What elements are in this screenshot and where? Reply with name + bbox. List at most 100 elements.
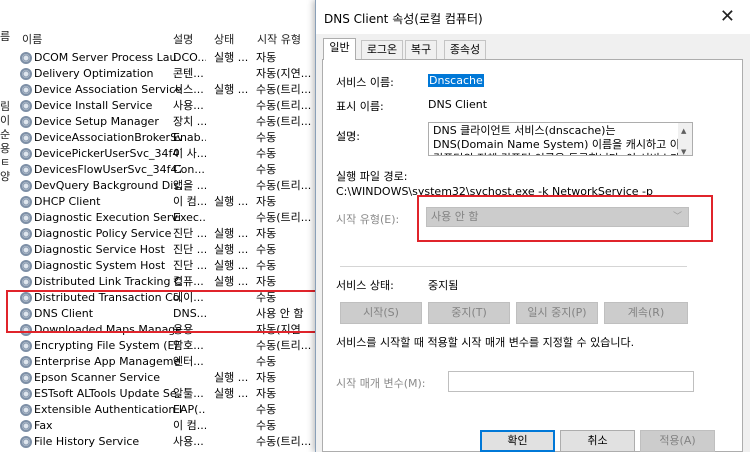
gear-icon	[20, 388, 32, 400]
left-strip-char	[0, 58, 12, 72]
divider	[340, 266, 687, 267]
start-button[interactable]: 시작(S)	[340, 302, 422, 324]
service-row[interactable]: Distributed Link Tracking C... 컴퓨... 실행 ..…	[18, 274, 318, 290]
service-name-selected-text[interactable]: Dnscache	[428, 74, 484, 87]
service-row[interactable]: Enterprise App Manageme... 엔터... 수동	[18, 354, 318, 370]
service-row[interactable]: DevicesFlowUserSvc_34f47 Con... 수동	[18, 162, 318, 178]
service-row[interactable]: Diagnostic Execution Service Exec... 수동(트리…	[18, 210, 318, 226]
description-textbox[interactable]: DNS 클라이언트 서비스(dnscache)는 DNS(Domain Name…	[428, 122, 693, 156]
description-text: DNS 클라이언트 서비스(dnscache)는 DNS(Domain Name…	[433, 124, 680, 155]
service-description: 사용...	[173, 99, 204, 112]
tab-logon[interactable]: 로그온	[361, 40, 403, 59]
scroll-down-icon[interactable]: ▼	[681, 145, 686, 155]
gear-icon	[20, 212, 32, 224]
scroll-up-icon[interactable]: ▲	[681, 124, 686, 138]
column-header-status[interactable]: 상태	[214, 31, 234, 47]
service-name: Extensible Authentication P...	[34, 403, 181, 416]
service-row[interactable]: Encrypting File System (EFS) 암호... 수동(트리..…	[18, 338, 318, 354]
service-name: DCOM Server Process Lau...	[34, 51, 181, 64]
gear-icon	[20, 68, 32, 80]
service-name: Diagnostic Execution Service	[34, 211, 181, 224]
gear-icon	[20, 100, 32, 112]
highlight-box-dns-client-row	[6, 290, 318, 333]
column-header-description[interactable]: 설명	[173, 31, 193, 47]
description-scrollbar[interactable]: ▲ ▼	[678, 123, 692, 155]
service-name: Fax	[34, 419, 53, 432]
close-icon[interactable]: ✕	[720, 6, 735, 27]
service-name: ESTsoft ALTools Update Se...	[34, 387, 181, 400]
service-row[interactable]: Epson Scanner Service 실행 ... 자동	[18, 370, 318, 386]
service-description: 시스...	[173, 83, 204, 96]
service-status: 실행 ...	[214, 259, 249, 272]
service-name: Encrypting File System (EFS)	[34, 339, 181, 352]
service-row[interactable]: Diagnostic Policy Service 진단 ... 실행 ... 자동	[18, 226, 318, 242]
tab-dependencies[interactable]: 종속성	[444, 40, 486, 59]
service-startup-type: 수동	[256, 243, 277, 256]
service-name: Diagnostic Policy Service	[34, 227, 172, 240]
service-row[interactable]: DCOM Server Process Lau... DCO... 실행 ... 자동	[18, 50, 318, 66]
left-strip-char: 이	[0, 114, 11, 127]
service-name: Device Association Service	[34, 83, 181, 96]
service-startup-type: 수동(트리...	[256, 179, 312, 192]
service-row[interactable]: ESTsoft ALTools Update Se... 알툴... 실행 ... 자…	[18, 386, 318, 402]
tab-general[interactable]: 일반	[323, 38, 356, 60]
service-row[interactable]: File History Service 사용... 수동(트리...	[18, 434, 318, 450]
gear-icon	[20, 436, 32, 448]
service-row[interactable]: Device Setup Manager 장치 ... 수동(트리...	[18, 114, 318, 130]
column-header-name[interactable]: 이름	[22, 31, 42, 47]
pause-button[interactable]: 일시 중지(P)	[516, 302, 598, 324]
service-row[interactable]: Extensible Authentication P... EAP(... 수동	[18, 402, 318, 418]
service-row[interactable]: Diagnostic Service Host 진단 ... 실행 ... 수동	[18, 242, 318, 258]
service-startup-type: 자동	[256, 195, 277, 208]
left-strip-char: 순	[0, 128, 11, 141]
service-startup-type: 수동	[256, 419, 277, 432]
resume-button[interactable]: 계속(R)	[604, 302, 688, 324]
service-name-value[interactable]: Dnscache	[428, 74, 484, 87]
service-description: 앱을 ...	[173, 179, 206, 192]
service-row[interactable]: Device Association Service 시스... 실행 ... 수동(…	[18, 82, 318, 98]
service-status: 실행 ...	[214, 195, 249, 208]
cancel-button[interactable]: 취소	[560, 430, 635, 452]
service-name: Enterprise App Manageme...	[34, 355, 181, 368]
service-startup-type: 수동	[256, 403, 277, 416]
service-name: DevicePickerUserSvc_34f47	[34, 147, 181, 160]
service-row[interactable]: DevQuery Background Dis... 앱을 ... 수동(트리...	[18, 178, 318, 194]
service-description: 진단 ...	[173, 227, 206, 240]
service-row[interactable]: Delivery Optimization 콘텐... 자동(지연...	[18, 66, 318, 82]
apply-button[interactable]: 적용(A)	[640, 430, 715, 452]
service-row[interactable]: Diagnostic System Host 진단 ... 실행 ... 수동	[18, 258, 318, 274]
gear-icon	[20, 228, 32, 240]
gear-icon	[20, 132, 32, 144]
service-row[interactable]: DeviceAssociationBrokerSv...Enab... 수동	[18, 130, 318, 146]
left-pane-strip: 름림이순용ㅌ양	[0, 30, 12, 184]
service-row[interactable]: DevicePickerUserSvc_34f47 이 사... 수동	[18, 146, 318, 162]
service-startup-type: 수동	[256, 131, 277, 144]
service-description: Enab...	[173, 131, 206, 144]
service-description: 컴퓨...	[173, 275, 204, 288]
service-row[interactable]: Fax 이 컴... 수동	[18, 418, 318, 434]
gear-icon	[20, 196, 32, 208]
service-name: DHCP Client	[34, 195, 101, 208]
dialog-title: DNS Client 속성(로컬 컴퓨터)	[324, 12, 483, 26]
gear-icon	[20, 372, 32, 384]
general-tab-panel: 서비스 이름: Dnscache 표시 이름: DNS Client 설명: D…	[322, 59, 743, 452]
service-name: Epson Scanner Service	[34, 371, 161, 384]
gear-icon	[20, 52, 32, 64]
tab-recovery[interactable]: 복구	[405, 40, 437, 59]
service-startup-type: 수동	[256, 147, 277, 160]
display-name-value[interactable]: DNS Client	[428, 98, 487, 111]
dialog-titlebar[interactable]: DNS Client 속성(로컬 컴퓨터) ✕	[316, 0, 750, 34]
start-params-input[interactable]	[448, 371, 694, 392]
description-label: 설명:	[336, 130, 360, 143]
service-row[interactable]: DHCP Client 이 컴... 실행 ... 자동	[18, 194, 318, 210]
ok-button[interactable]: 확인	[480, 430, 555, 452]
service-description: 콘텐...	[173, 67, 204, 80]
service-status: 실행 ...	[214, 243, 249, 256]
stop-button[interactable]: 중지(T)	[428, 302, 510, 324]
left-strip-char: 용	[0, 142, 11, 155]
service-startup-type: 수동	[256, 163, 277, 176]
column-header-startup-type[interactable]: 시작 유형	[257, 31, 301, 47]
service-status: 실행 ...	[214, 387, 249, 400]
service-description: 암호...	[173, 339, 204, 352]
service-row[interactable]: Device Install Service 사용... 수동(트리...	[18, 98, 318, 114]
